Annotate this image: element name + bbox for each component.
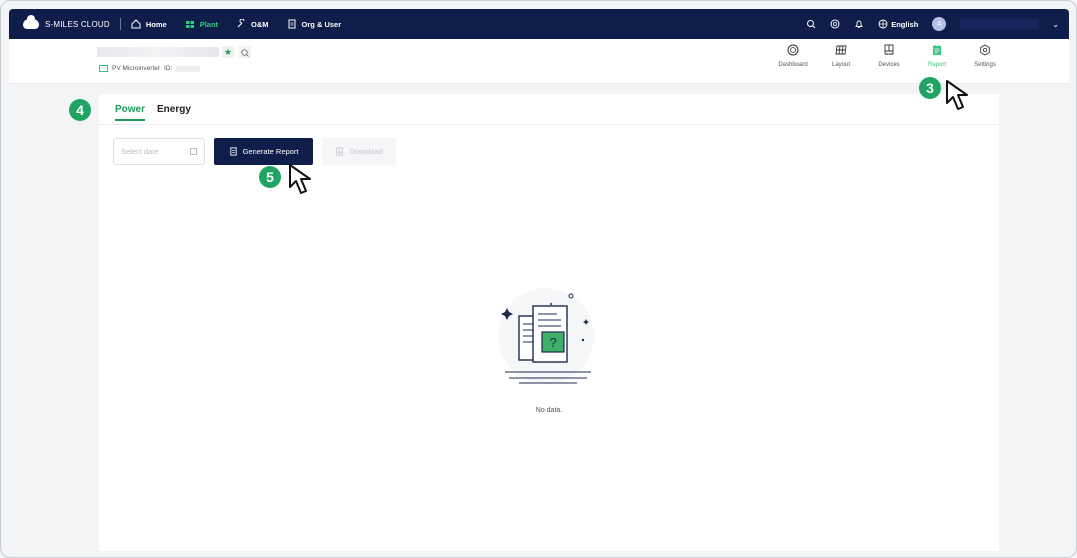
- app-window: S-MILES CLOUD Home Plant O&M Org & User …: [0, 0, 1077, 558]
- step-badge-4: 4: [69, 99, 91, 121]
- tab-dashboard[interactable]: Dashboard: [769, 44, 817, 68]
- download-button[interactable]: Download: [322, 138, 396, 165]
- plant-search-button[interactable]: [239, 46, 251, 58]
- username-redacted[interactable]: [960, 19, 1039, 29]
- plant-id-redacted: [176, 65, 201, 72]
- calendar-icon: [190, 148, 197, 155]
- globe-icon: [878, 19, 888, 29]
- bell-icon[interactable]: [854, 19, 864, 29]
- step-badge-5: 5: [259, 166, 281, 188]
- plant-name-redacted: [97, 47, 219, 57]
- step-3-number: 3: [926, 80, 934, 96]
- tab-report[interactable]: Report: [913, 44, 961, 68]
- generate-report-label: Generate Report: [242, 147, 299, 156]
- step-4-number: 4: [76, 102, 84, 118]
- top-navigation-bar: S-MILES CLOUD Home Plant O&M Org & User …: [9, 9, 1069, 39]
- devices-icon: [884, 44, 894, 55]
- search-icon[interactable]: [806, 19, 816, 29]
- nav-item-org-user-label: Org & User: [301, 19, 342, 29]
- search-icon: [241, 49, 249, 57]
- document-icon: [288, 19, 296, 29]
- layout-icon: [835, 45, 847, 55]
- nav-divider: [119, 18, 121, 30]
- brand-logo[interactable]: S-MILES CLOUD: [9, 15, 110, 29]
- dashboard-icon: [787, 44, 799, 56]
- tab-dashboard-label: Dashboard: [778, 62, 808, 68]
- home-icon: [131, 19, 141, 29]
- plant-header: ★ PV Microinverter ID: Dashboard Layout …: [9, 39, 1069, 84]
- tab-energy[interactable]: Energy: [157, 104, 191, 121]
- pointer-cursor-icon: [946, 80, 968, 110]
- tab-report-label: Report: [927, 62, 946, 68]
- pv-panel-icon: [99, 65, 108, 72]
- empty-state-text: No data.: [535, 407, 563, 414]
- download-icon: [336, 147, 343, 156]
- chevron-down-icon[interactable]: ⌄: [1052, 20, 1059, 29]
- support-icon[interactable]: [830, 19, 840, 29]
- nav-item-om-label: O&M: [251, 19, 269, 29]
- nav-item-home-label: Home: [145, 19, 167, 29]
- date-placeholder: Select date: [121, 147, 159, 156]
- settings-icon: [980, 44, 990, 56]
- report-panel: Power Energy Select date Generate Report…: [99, 94, 999, 551]
- cloud-logo-icon: [23, 15, 39, 29]
- plant-icon: [185, 21, 194, 28]
- pointer-cursor-icon: [289, 164, 311, 194]
- nav-item-om[interactable]: O&M: [236, 19, 269, 29]
- nav-item-org-user[interactable]: Org & User: [287, 19, 342, 29]
- tab-settings[interactable]: Settings: [961, 44, 1009, 68]
- brand-name: S-MILES CLOUD: [45, 19, 110, 29]
- plant-tabs: Dashboard Layout Devices Report Settings: [769, 44, 1009, 68]
- step-badge-3: 3: [919, 77, 941, 99]
- date-picker[interactable]: Select date: [113, 138, 205, 165]
- report-tabs: Power Energy: [115, 104, 191, 121]
- tabs-divider: [99, 124, 999, 125]
- plant-id-label: ID:: [164, 65, 173, 72]
- report-icon: [933, 45, 941, 55]
- tab-devices-label: Devices: [878, 62, 900, 68]
- tab-layout-label: Layout: [831, 62, 850, 68]
- tab-layout[interactable]: Layout: [817, 44, 865, 68]
- top-right-tools: English A ⌄: [806, 17, 1069, 31]
- avatar-initial: A: [936, 20, 942, 28]
- generate-report-button[interactable]: Generate Report: [214, 138, 313, 165]
- nav-item-plant-label: Plant: [199, 19, 219, 29]
- document-icon: [229, 147, 237, 156]
- language-selector[interactable]: English: [878, 19, 918, 29]
- tab-devices[interactable]: Devices: [865, 44, 913, 68]
- empty-state-illustration: ?: [498, 288, 594, 384]
- nav-item-home[interactable]: Home: [131, 19, 167, 29]
- favorite-star-icon[interactable]: ★: [222, 46, 234, 58]
- tab-settings-label: Settings: [974, 62, 996, 68]
- step-5-number: 5: [266, 169, 274, 185]
- plant-subtitle: PV Microinverter ID:: [99, 65, 201, 72]
- nav-item-plant[interactable]: Plant: [185, 19, 218, 29]
- download-label: Download: [349, 147, 383, 156]
- wrench-icon: [237, 19, 245, 28]
- language-label: English: [891, 19, 919, 29]
- plant-type: PV Microinverter: [112, 65, 161, 72]
- avatar[interactable]: A: [932, 17, 947, 31]
- tab-power[interactable]: Power: [115, 104, 146, 121]
- svg-text:?: ?: [549, 335, 556, 350]
